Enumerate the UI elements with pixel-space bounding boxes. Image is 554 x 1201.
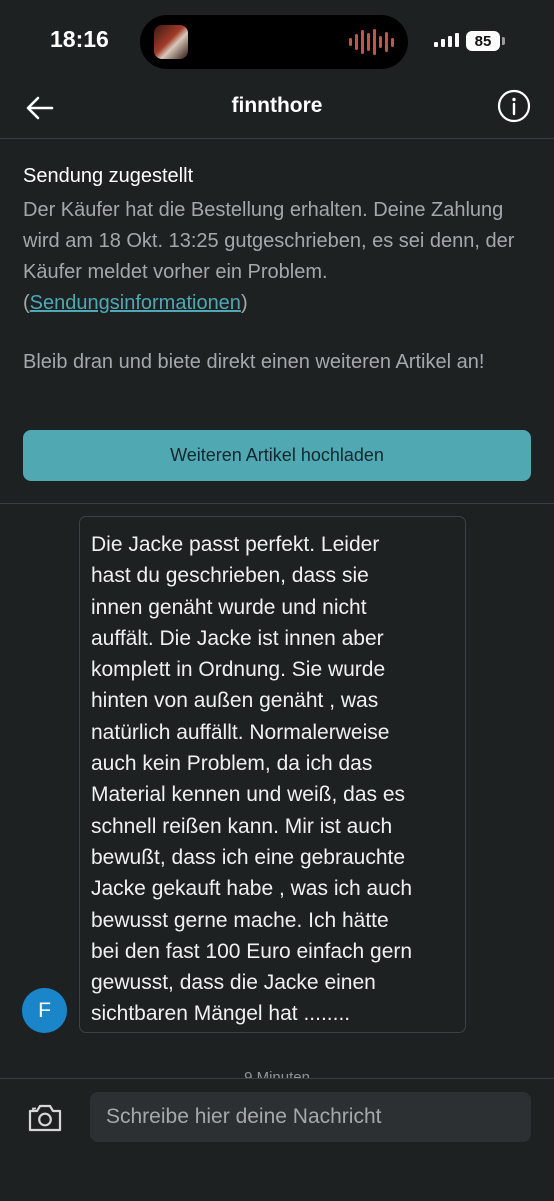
avatar[interactable]: F <box>22 988 67 1033</box>
message-bubble[interactable]: Die Jacke passt perfekt. Leider hast du … <box>79 516 466 1033</box>
delivery-notice: Sendung zugestellt Der Käufer hat die Be… <box>0 139 554 504</box>
status-bar: 18:16 85 <box>0 0 554 80</box>
conversation-title: finnthore <box>231 94 323 117</box>
shipping-info-link[interactable]: Sendungsinformationen <box>30 292 241 314</box>
info-icon[interactable] <box>497 89 531 123</box>
message-text: Die Jacke passt perfekt. Leider hast du … <box>91 533 413 1026</box>
notice-title: Sendung zugestellt <box>23 165 194 187</box>
dynamic-island[interactable] <box>140 15 408 69</box>
battery-tip <box>502 37 505 45</box>
status-time: 18:16 <box>50 26 109 52</box>
message-composer <box>0 1078 554 1201</box>
message-input[interactable] <box>90 1092 531 1142</box>
notice-encouragement: Bleib dran und biete direkt einen weiter… <box>23 351 485 373</box>
now-playing-artwork <box>154 25 188 59</box>
notice-body: Der Käufer hat die Bestellung erhalten. … <box>23 195 535 319</box>
battery-indicator: 85 <box>466 31 500 51</box>
camera-icon[interactable] <box>27 1103 63 1133</box>
chat-header: finnthore <box>0 80 554 139</box>
notice-body-close: ) <box>240 292 248 314</box>
cellular-signal-icon <box>434 33 459 47</box>
upload-item-button[interactable]: Weiteren Artikel hochladen <box>23 430 531 481</box>
audio-waveform-icon <box>349 29 394 55</box>
